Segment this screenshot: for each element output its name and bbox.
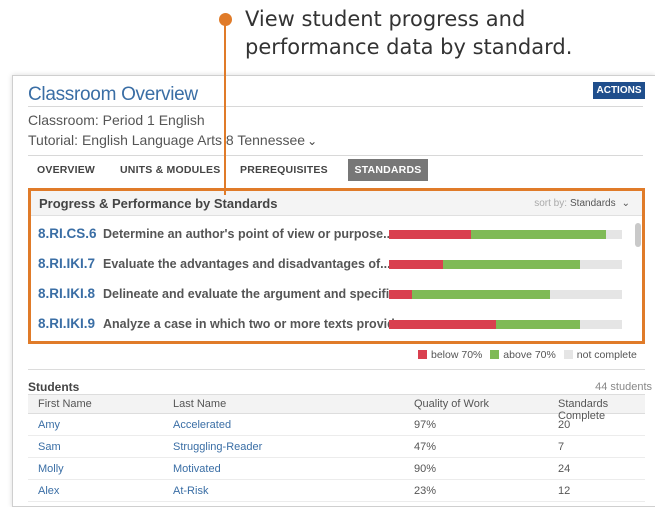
students-table-header: First Name Last Name Quality of Work Sta… (28, 394, 645, 422)
table-row: Sam Struggling-Reader 47% 7 (28, 436, 645, 458)
legend-swatch-not-complete (563, 350, 573, 359)
divider (28, 369, 645, 370)
below-70-segment (389, 320, 497, 329)
legend-not-complete-label: not complete (576, 349, 637, 361)
above-70-segment (470, 230, 606, 239)
tab-bar: OVERVIEW UNITS & MODULES PREREQUISITES S… (28, 155, 643, 181)
legend-swatch-above (490, 350, 500, 359)
scrollbar[interactable] (635, 221, 641, 341)
standards-complete: 24 (558, 463, 571, 475)
legend-below: below 70% (418, 349, 482, 361)
above-70-segment (496, 320, 581, 329)
quality-of-work: 23% (414, 485, 437, 497)
callout-text: View student progress and performance da… (245, 5, 645, 61)
classroom-label: Classroom: Period 1 English (28, 112, 205, 128)
standard-row[interactable]: 8.RI.IKI.7 Evaluate the advantages and d… (31, 250, 642, 280)
tab-units-modules[interactable]: UNITS & MODULES (120, 159, 220, 181)
standard-row[interactable]: 8.RI.IKI.8 Delineate and evaluate the ar… (31, 280, 642, 310)
student-first-name[interactable]: Alex (38, 485, 59, 497)
legend-below-label: below 70% (431, 349, 483, 361)
column-header-quality-of-work[interactable]: Quality of Work (414, 398, 489, 410)
above-70-segment (412, 290, 550, 299)
chevron-down-icon: ⌄ (621, 198, 630, 209)
legend: below 70% above 70% not complete (418, 349, 642, 365)
standard-description: Evaluate the advantages and disadvantage… (103, 257, 391, 271)
callout-line-1: View student progress and (245, 7, 526, 31)
tab-standards[interactable]: STANDARDS (348, 159, 428, 181)
standards-complete: 12 (558, 485, 571, 497)
student-first-name[interactable]: Molly (38, 463, 64, 475)
standards-complete: 7 (558, 441, 565, 453)
column-header-first-name[interactable]: First Name (38, 398, 92, 410)
tab-overview[interactable]: OVERVIEW (37, 159, 95, 181)
standards-complete: 20 (558, 419, 571, 431)
legend-not-complete: not complete (563, 349, 637, 361)
sort-label: sort by: (534, 198, 568, 209)
student-last-name[interactable]: Struggling-Reader (173, 441, 262, 453)
student-first-name[interactable]: Amy (38, 419, 60, 431)
standard-code[interactable]: 8.RI.IKI.7 (38, 256, 95, 271)
table-row: Alex At-Risk 23% 12 (28, 480, 645, 502)
student-first-name[interactable]: Sam (38, 441, 61, 453)
standards-title: Progress & Performance by Standards (39, 196, 278, 211)
progress-bar (389, 260, 622, 269)
tutorial-selector[interactable]: Tutorial: English Language Arts 8 Tennes… (28, 132, 317, 148)
progress-bar (389, 290, 622, 299)
quality-of-work: 90% (414, 463, 437, 475)
standard-code[interactable]: 8.RI.IKI.8 (38, 286, 95, 301)
tutorial-label: Tutorial: English Language Arts 8 Tennes… (28, 132, 306, 148)
table-row: Molly Motivated 90% 24 (28, 458, 645, 480)
chevron-down-icon: ⌄ (307, 134, 318, 148)
progress-bar (389, 230, 622, 239)
standard-row[interactable]: 8.RI.CS.6 Determine an author's point of… (31, 220, 642, 250)
callout-connector (224, 20, 226, 195)
below-70-segment (389, 290, 413, 299)
page-title: Classroom Overview (28, 84, 198, 105)
below-70-segment (389, 230, 471, 239)
tab-prerequisites[interactable]: PREREQUISITES (240, 159, 328, 181)
standard-row[interactable]: 8.RI.IKI.9 Analyze a case in which two o… (31, 310, 642, 340)
title-divider (28, 106, 643, 107)
standard-description: Determine an author's point of view or p… (103, 227, 394, 241)
above-70-segment (442, 260, 581, 269)
progress-bar (389, 320, 622, 329)
classroom-overview-panel: Classroom Overview ACTIONS Classroom: Pe… (12, 75, 655, 507)
column-header-last-name[interactable]: Last Name (173, 398, 226, 410)
student-last-name[interactable]: At-Risk (173, 485, 208, 497)
standard-code[interactable]: 8.RI.IKI.9 (38, 316, 95, 331)
standard-description: Delineate and evaluate the argument and … (103, 287, 407, 301)
table-row: Amy Accelerated 97% 20 (28, 414, 645, 436)
legend-swatch-below (418, 350, 427, 359)
below-70-segment (389, 260, 443, 269)
scrollbar-thumb[interactable] (635, 223, 641, 247)
students-heading: Students (28, 380, 80, 394)
standard-description: Analyze a case in which two or more text… (103, 317, 413, 331)
sort-dropdown[interactable]: sort by: Standards ⌄ (534, 198, 630, 209)
student-last-name[interactable]: Motivated (173, 463, 221, 475)
standards-header: Progress & Performance by Standards sort… (31, 191, 642, 216)
legend-above-label: above 70% (503, 349, 556, 361)
students-count: 44 students (595, 381, 652, 393)
quality-of-work: 47% (414, 441, 437, 453)
quality-of-work: 97% (414, 419, 437, 431)
actions-button[interactable]: ACTIONS (593, 82, 645, 99)
standards-progress-box: Progress & Performance by Standards sort… (28, 188, 645, 344)
standard-code[interactable]: 8.RI.CS.6 (38, 226, 97, 241)
sort-value: Standards (570, 198, 616, 209)
legend-above: above 70% (490, 349, 556, 361)
callout-line-2: performance data by standard. (245, 35, 573, 59)
student-last-name[interactable]: Accelerated (173, 419, 231, 431)
